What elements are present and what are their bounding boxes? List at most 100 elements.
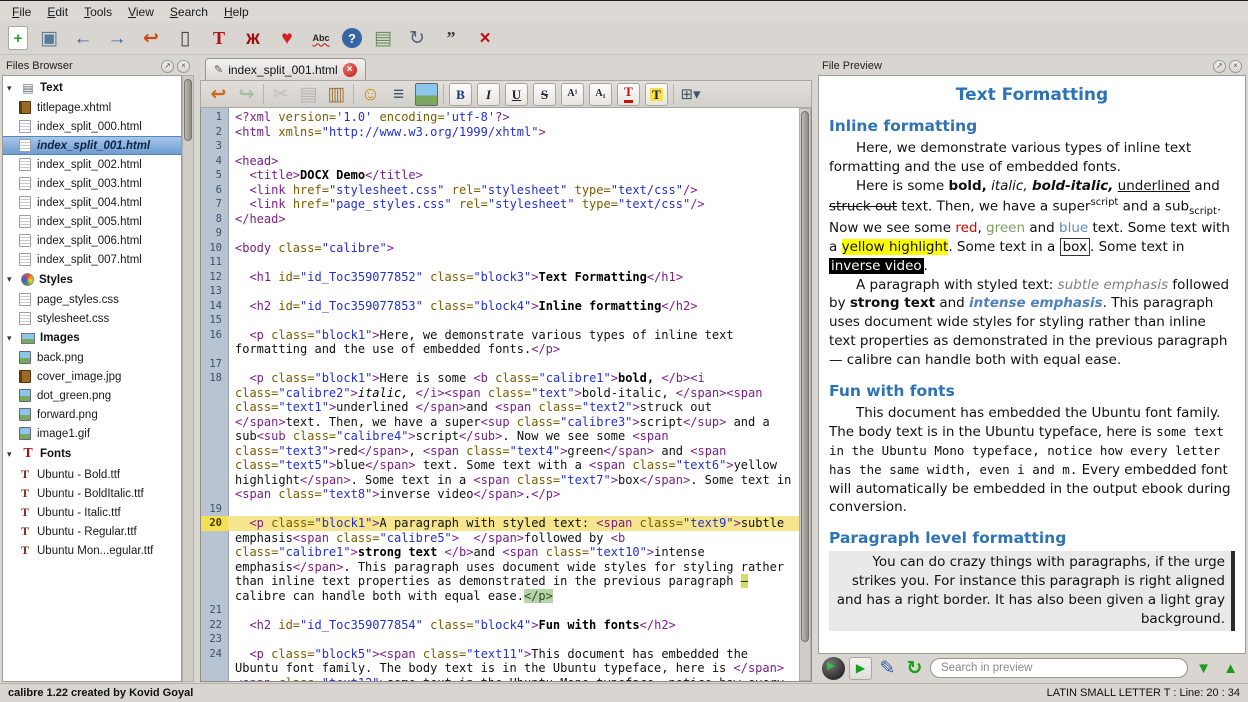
find-previous-button[interactable]: ▲ (1219, 657, 1242, 680)
code-line[interactable]: 2<html xmlns="http://www.w3.org/1999/xht… (201, 125, 799, 140)
redo-icon[interactable]: ↪ (235, 83, 258, 106)
copy-icon[interactable]: ▤ (297, 83, 320, 106)
strikethrough-icon[interactable]: S (533, 83, 556, 106)
cut-icon[interactable]: ✂ (269, 83, 292, 106)
file-item[interactable]: cover_image.jpg (3, 367, 181, 386)
menu-item-help[interactable]: Help (216, 3, 257, 21)
file-item[interactable]: page_styles.css (3, 290, 181, 309)
editor-scrollbar-thumb[interactable] (801, 111, 809, 642)
file-item[interactable]: Ubuntu - Italic.ttf (3, 503, 181, 522)
chevron-down-icon[interactable]: ▾ (7, 274, 16, 285)
superscript-icon[interactable]: A¹ (561, 83, 584, 106)
code-line[interactable]: 10<body class="calibre"> (201, 241, 799, 256)
code-line[interactable]: 9 (201, 226, 799, 241)
forward-icon[interactable]: → (104, 25, 130, 51)
italic-icon[interactable]: I (477, 83, 500, 106)
save-icon[interactable]: ▣ (36, 25, 62, 51)
menu-item-edit[interactable]: Edit (39, 3, 76, 21)
text-color-icon[interactable]: T (617, 83, 640, 106)
check-book-icon[interactable]: ▤ (370, 25, 396, 51)
code-line[interactable]: 8</head> (201, 212, 799, 227)
file-item[interactable]: image1.gif (3, 424, 181, 443)
beautify-icon[interactable]: ≡ (387, 83, 410, 106)
menu-item-view[interactable]: View (120, 3, 162, 21)
file-item[interactable]: index_split_004.html (3, 193, 181, 212)
file-item[interactable]: index_split_007.html (3, 250, 181, 269)
spellcheck-icon[interactable]: Abc (308, 25, 334, 51)
file-item[interactable]: dot_green.png (3, 386, 181, 405)
files-scrollbar-thumb[interactable] (184, 79, 192, 141)
file-item[interactable]: forward.png (3, 405, 181, 424)
code-line[interactable]: 21 (201, 603, 799, 618)
editor-scrollbar[interactable] (799, 108, 811, 681)
code-area[interactable]: 1<?xml version='1.0' encoding='utf-8'?>2… (201, 108, 799, 681)
special-character-icon[interactable]: ☺ (359, 83, 382, 106)
file-item[interactable]: back.png (3, 348, 181, 367)
code-line[interactable]: 3 (201, 139, 799, 154)
file-item[interactable]: index_split_000.html (3, 117, 181, 136)
chevron-down-icon[interactable]: ▾ (7, 333, 16, 344)
tab-index-split-001[interactable]: ✎ index_split_001.html × (205, 58, 366, 80)
code-line[interactable]: 7 <link href="page_styles.css" rel="styl… (201, 197, 799, 212)
code-line[interactable]: 14 <h2 id="id_Toc359077853" class="block… (201, 299, 799, 314)
menu-item-search[interactable]: Search (162, 3, 216, 21)
close-tab-icon[interactable]: × (343, 63, 357, 77)
code-line[interactable]: 5 <title>DOCX Demo</title> (201, 168, 799, 183)
section-styles[interactable]: ▾Styles (3, 269, 181, 290)
run-button[interactable]: ▶ (849, 657, 872, 680)
file-item[interactable]: Ubuntu Mon...egular.ttf (3, 541, 181, 560)
refresh-preview-button[interactable]: ↻ (903, 657, 926, 680)
find-next-button[interactable]: ▼ (1192, 657, 1215, 680)
chevron-down-icon[interactable]: ▾ (7, 449, 16, 460)
file-item[interactable]: index_split_003.html (3, 174, 181, 193)
debug-icon[interactable]: ж (240, 25, 266, 51)
background-color-icon[interactable]: T (645, 83, 668, 106)
code-line[interactable]: 19 (201, 502, 799, 517)
new-file-icon[interactable]: + (8, 26, 28, 50)
code-line[interactable]: 13 (201, 284, 799, 299)
inspect-button[interactable]: ✎ (876, 657, 899, 680)
manage-fonts-icon[interactable]: T (206, 25, 232, 51)
reload-book-icon[interactable]: ↻ (404, 25, 430, 51)
remove-unused-css-icon[interactable]: × (472, 25, 498, 51)
code-line[interactable]: 11 (201, 255, 799, 270)
code-line[interactable]: 4<head> (201, 154, 799, 169)
code-line[interactable]: 20 <p class="block1">A paragraph with st… (201, 516, 799, 603)
smarten-punctuation-icon[interactable]: ” (438, 25, 464, 51)
preview-search-input[interactable] (930, 658, 1188, 678)
section-images[interactable]: ▾Images (3, 328, 181, 348)
undo-change-icon[interactable]: ↩ (138, 25, 164, 51)
subscript-icon[interactable]: A₁ (589, 83, 612, 106)
file-preview-undock-icon[interactable]: ↗ (1213, 60, 1226, 73)
file-item[interactable]: Ubuntu - Bold.ttf (3, 465, 181, 484)
file-item[interactable]: titlepage.xhtml (3, 98, 181, 117)
code-line[interactable]: 22 <h2 id="id_Toc359077854" class="block… (201, 618, 799, 633)
paste-icon[interactable]: ▥ (325, 83, 348, 106)
file-item[interactable]: index_split_005.html (3, 212, 181, 231)
files-scrollbar[interactable] (182, 75, 194, 682)
underline-icon[interactable]: U (505, 83, 528, 106)
live-reload-button[interactable] (822, 657, 845, 680)
files-browser-close-icon[interactable]: × (177, 60, 190, 73)
menu-item-tools[interactable]: Tools (76, 3, 120, 21)
insert-table-icon[interactable]: ⊞▾ (679, 83, 702, 106)
chevron-down-icon[interactable]: ▾ (7, 83, 16, 94)
code-line[interactable]: 23 (201, 632, 799, 647)
file-item[interactable]: Ubuntu - BoldItalic.ttf (3, 484, 181, 503)
file-item[interactable]: index_split_006.html (3, 231, 181, 250)
code-line[interactable]: 12 <h1 id="id_Toc359077852" class="block… (201, 270, 799, 285)
code-line[interactable]: 17 (201, 357, 799, 372)
file-preview-close-icon[interactable]: × (1229, 60, 1242, 73)
section-text[interactable]: ▾▤Text (3, 78, 181, 98)
section-fonts[interactable]: ▾TFonts (3, 443, 181, 465)
menu-item-file[interactable]: File (4, 3, 39, 21)
code-line[interactable]: 24 <p class="block5"><span class="text11… (201, 647, 799, 682)
undo-icon[interactable]: ↩ (207, 83, 230, 106)
donate-heart-icon[interactable]: ♥ (274, 25, 300, 51)
bold-icon[interactable]: B (449, 83, 472, 106)
code-line[interactable]: 15 (201, 313, 799, 328)
code-line[interactable]: 16 <p class="block1">Here, we demonstrat… (201, 328, 799, 357)
back-icon[interactable]: ← (70, 25, 96, 51)
file-item[interactable]: Ubuntu - Regular.ttf (3, 522, 181, 541)
device-preview-icon[interactable]: ▯ (172, 25, 198, 51)
